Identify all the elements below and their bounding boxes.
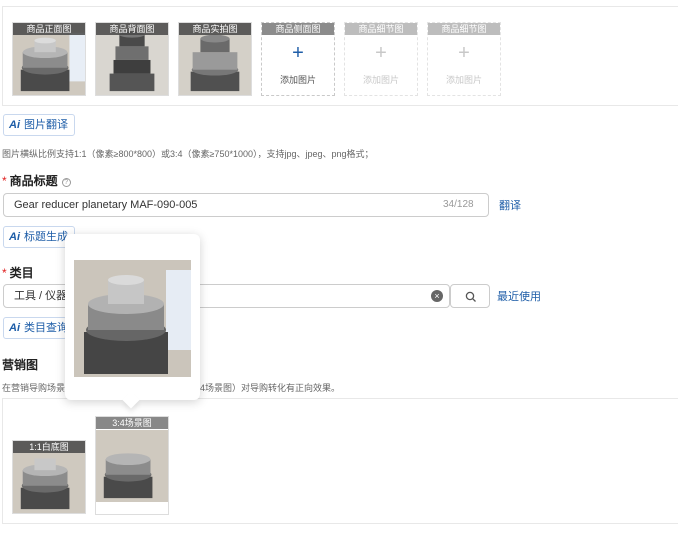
add-image-side[interactable]: 商品侧面图 + 添加图片 [261, 22, 335, 96]
clear-icon[interactable]: × [431, 290, 443, 302]
category-query-button[interactable]: Ai 类目查询 [3, 317, 67, 339]
search-icon [465, 291, 476, 302]
marketing-images-panel: 1:1白底图 3:4场景图 [2, 398, 678, 524]
image-slot-caption: 商品细节图 [428, 23, 500, 35]
translate-title-link[interactable]: 翻译 [499, 197, 521, 213]
image-translate-label: 图片翻译 [24, 119, 68, 131]
title-char-counter: 34/128 [443, 199, 474, 210]
title-label: * 商品标题? [2, 172, 71, 189]
ai-icon: Ai [9, 231, 20, 243]
gear-reducer-photo [96, 430, 168, 502]
marketing-slot-scene[interactable]: 3:4场景图 [95, 416, 169, 515]
category-label: * 类目 [2, 266, 34, 280]
image-slot-caption: 1:1白底图 [13, 441, 85, 453]
title-generate-label: 标题生成 [24, 231, 68, 243]
product-images-panel: 商品正面图 商品背面图 商品实拍图 商品侧面图 + 添加图片 商品细节图 + 添… [2, 6, 678, 106]
plus-icon: + [292, 42, 304, 64]
add-image-label: 添加图片 [445, 75, 482, 85]
help-icon[interactable]: ? [61, 178, 71, 187]
marketing-label: 营销图 [2, 358, 39, 372]
marketing-hint: 在营销导购场景 [2, 383, 66, 393]
marketing-slot-white-bg[interactable]: 1:1白底图 [12, 440, 86, 514]
image-slot-caption: 商品实拍图 [179, 23, 251, 35]
image-slot-caption: 商品背面图 [96, 23, 168, 35]
preview-image [74, 260, 191, 377]
image-slot-real-shot[interactable]: 商品实拍图 [178, 22, 252, 96]
category-query-label: 类目查询 [24, 322, 67, 334]
add-image-detail-2[interactable]: 商品细节图 + 添加图片 [427, 22, 501, 96]
add-image-label: 添加图片 [279, 75, 316, 85]
image-slot-back[interactable]: 商品背面图 [95, 22, 169, 96]
ai-icon: Ai [9, 119, 20, 131]
ai-icon: Ai [9, 322, 20, 334]
image-preview-popover [65, 234, 200, 409]
image-slot-caption: 商品细节图 [345, 23, 417, 35]
image-slot-caption: 商品侧面图 [262, 23, 334, 35]
plus-icon: + [458, 42, 470, 64]
title-input[interactable]: Gear reducer planetary MAF-090-005 [3, 193, 489, 217]
image-translate-button[interactable]: Ai 图片翻译 [3, 114, 75, 136]
image-format-hint: 图片横纵比例支持1:1（像素≥800*800）或3:4（像素≥750*1000）… [2, 149, 374, 159]
gear-reducer-photo [74, 260, 191, 377]
image-slot-front[interactable]: 商品正面图 [12, 22, 86, 96]
image-slot-caption: 商品正面图 [13, 23, 85, 35]
marketing-hint-tail: 4场景图）对导购转化有正向效果。 [200, 383, 341, 393]
category-search-button[interactable] [450, 284, 490, 308]
add-image-label: 添加图片 [362, 75, 399, 85]
recent-used-link[interactable]: 最近使用 [497, 288, 541, 304]
add-image-detail-1[interactable]: 商品细节图 + 添加图片 [344, 22, 418, 96]
plus-icon: + [375, 42, 387, 64]
image-slot-caption: 3:4场景图 [96, 417, 168, 429]
